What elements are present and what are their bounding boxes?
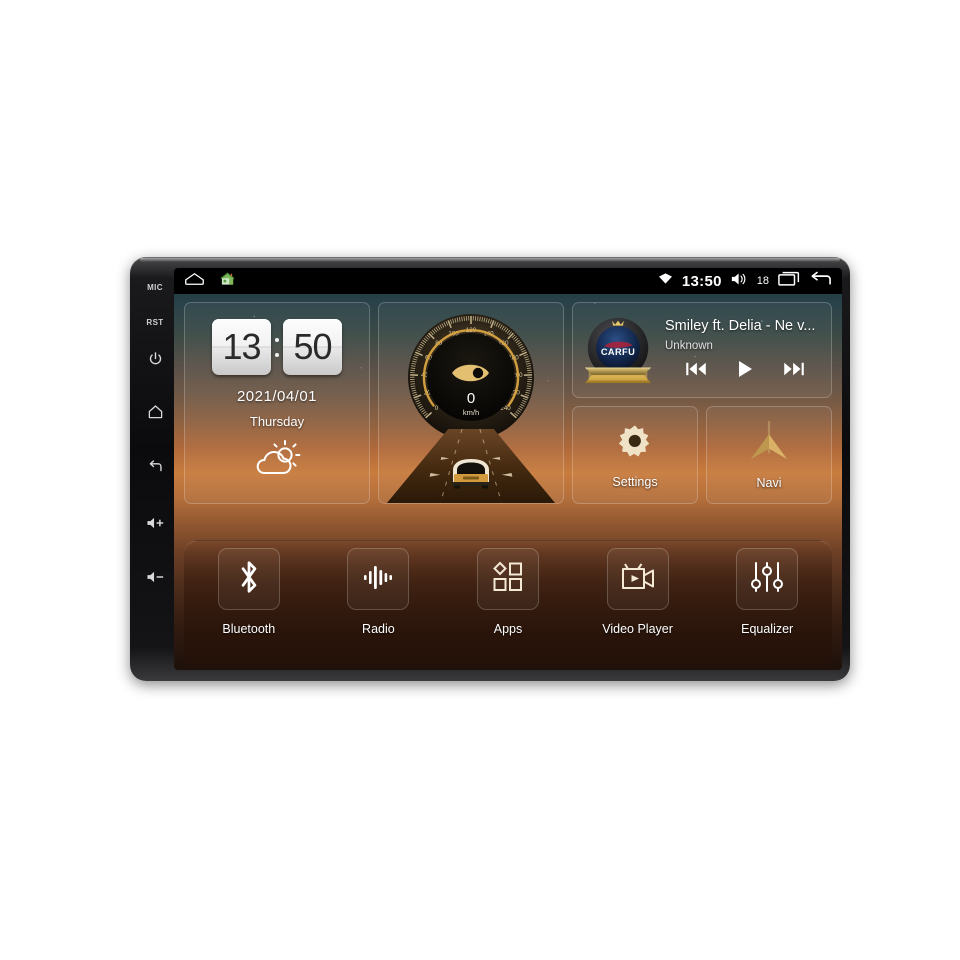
dock-label-radio: Radio bbox=[362, 622, 395, 636]
dock-label-bluetooth: Bluetooth bbox=[222, 622, 276, 636]
album-art-badge: CARFU bbox=[584, 317, 652, 384]
status-bar-right: 13:50 18 bbox=[658, 271, 842, 292]
track-artist: Unknown bbox=[665, 339, 713, 352]
speedometer-gauge: 020406080100 120 140160180200220240 0 km/h bbox=[408, 314, 534, 440]
skip-next-icon[interactable] bbox=[783, 361, 805, 382]
gear-icon bbox=[616, 422, 654, 465]
radio-icon-container bbox=[347, 548, 410, 610]
equalizer-icon-container bbox=[736, 548, 799, 610]
status-bar-left bbox=[174, 271, 236, 292]
speed-unit-text: km/h bbox=[463, 408, 479, 417]
navi-tile-label: Navi bbox=[756, 475, 782, 490]
road-illustration bbox=[379, 429, 563, 503]
status-bar-clock: 13:50 bbox=[681, 272, 722, 290]
volume-up-button[interactable] bbox=[140, 516, 170, 530]
navi-tile[interactable]: Navi bbox=[706, 406, 832, 504]
volume-down-button[interactable] bbox=[140, 570, 170, 584]
back-arrow-icon[interactable] bbox=[809, 271, 832, 292]
touchscreen[interactable]: 13:50 18 13 50 2021/04/01 Thursday 0 20 … bbox=[174, 268, 842, 670]
wifi-icon bbox=[658, 272, 673, 290]
media-player-widget[interactable]: CARFU Smiley ft. Delia - Ne v... Unknown bbox=[572, 302, 832, 398]
speed-value-text: 0 bbox=[467, 390, 475, 407]
dock-label-equalizer: Equalizer bbox=[741, 622, 794, 636]
settings-tile-label: Settings bbox=[612, 474, 658, 489]
video-icon-container bbox=[606, 548, 669, 610]
power-icon bbox=[148, 351, 163, 366]
play-icon[interactable] bbox=[735, 360, 755, 383]
bluetooth-icon-container bbox=[217, 548, 280, 610]
badge-text: CARFU bbox=[601, 347, 635, 357]
car-illustration bbox=[452, 459, 490, 489]
clock-date: 2021/04/01 bbox=[236, 388, 318, 405]
skip-previous-icon[interactable] bbox=[685, 361, 707, 382]
settings-tile[interactable]: Settings bbox=[572, 406, 698, 504]
dock-item-video-player[interactable]: Video Player bbox=[590, 548, 686, 636]
video-camera-icon bbox=[620, 561, 656, 598]
dock-label-apps: Apps bbox=[493, 622, 523, 636]
clock-minutes: 50 bbox=[283, 319, 342, 375]
media-controls bbox=[665, 360, 825, 383]
mic-button[interactable]: MIC bbox=[140, 283, 170, 292]
track-title: Smiley ft. Delia - Ne v... bbox=[665, 317, 816, 334]
volume-down-icon bbox=[146, 570, 165, 584]
speedometer-widget[interactable]: 0 20 40 60 80 100 120 140 160 180 200 220 240 0 km/h bbox=[378, 302, 564, 504]
clock-colon bbox=[274, 337, 280, 357]
volume-icon bbox=[731, 272, 748, 291]
partly-cloudy-icon bbox=[249, 439, 305, 484]
hardware-button-bezel: MIC RST bbox=[138, 267, 172, 671]
status-bar: 13:50 18 bbox=[174, 268, 842, 294]
home-button[interactable] bbox=[140, 404, 170, 419]
reset-button[interactable]: RST bbox=[140, 318, 170, 327]
home-screen-content: 13 50 2021/04/01 Thursday 0 20 40 60 80 … bbox=[174, 294, 842, 670]
volume-level: 18 bbox=[756, 275, 769, 287]
radio-waves-icon bbox=[361, 560, 395, 599]
app-dock: Bluetooth Radio Apps Video Player Equali… bbox=[184, 540, 832, 665]
flip-clock: 13 50 bbox=[212, 319, 342, 375]
back-button[interactable] bbox=[140, 459, 170, 474]
bluetooth-icon bbox=[234, 558, 264, 601]
navigation-arrow-icon bbox=[747, 420, 791, 466]
equalizer-sliders-icon bbox=[750, 560, 784, 599]
dock-item-equalizer[interactable]: Equalizer bbox=[719, 548, 815, 636]
clock-hours: 13 bbox=[212, 319, 271, 375]
clock-weekday: Thursday bbox=[249, 414, 305, 429]
home-icon bbox=[147, 404, 164, 419]
recents-icon[interactable] bbox=[778, 271, 800, 291]
back-icon bbox=[147, 459, 164, 474]
volume-up-icon bbox=[146, 516, 165, 530]
power-button[interactable] bbox=[140, 351, 170, 366]
car-head-unit-device: MIC RST 13:50 18 13 50 2021/04/01 Thursd… bbox=[130, 257, 850, 681]
home-outline-icon[interactable] bbox=[184, 272, 205, 291]
dock-item-bluetooth[interactable]: Bluetooth bbox=[201, 548, 297, 636]
apps-grid-icon bbox=[491, 560, 525, 599]
apps-icon-container bbox=[476, 548, 539, 610]
dock-item-apps[interactable]: Apps bbox=[460, 548, 556, 636]
dock-item-radio[interactable]: Radio bbox=[330, 548, 426, 636]
clock-widget[interactable]: 13 50 2021/04/01 Thursday bbox=[184, 302, 370, 504]
dock-label-video-player: Video Player bbox=[602, 622, 673, 636]
media-info: Smiley ft. Delia - Ne v... Unknown bbox=[657, 318, 831, 383]
home-color-icon[interactable] bbox=[219, 271, 236, 292]
